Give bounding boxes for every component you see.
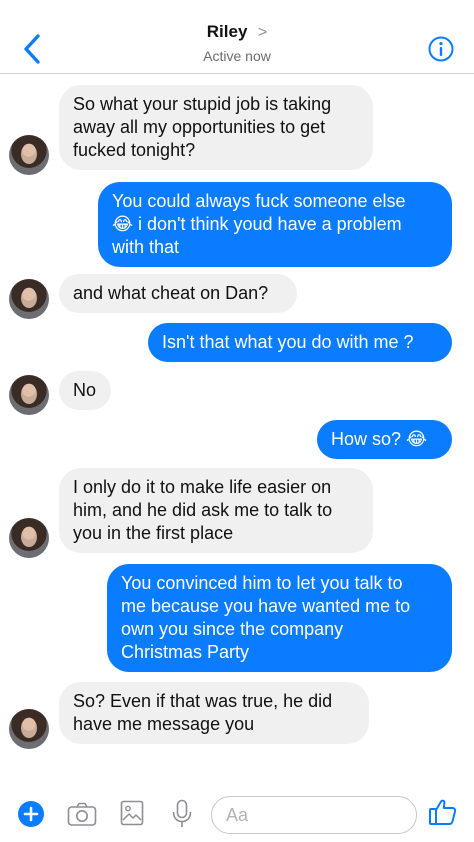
back-button[interactable] [18, 32, 48, 66]
avatar[interactable] [9, 518, 49, 558]
info-button[interactable] [427, 35, 455, 63]
voice-button[interactable] [170, 799, 194, 834]
gallery-button[interactable] [120, 800, 144, 831]
message-text: Isn't that what you do with me ? [162, 332, 414, 352]
message-text: No [73, 380, 97, 400]
message-bubble-outgoing[interactable]: You convinced him to let you talk to me … [107, 564, 452, 672]
message-text: him, and he did ask me to talk to [73, 500, 333, 520]
message-bubble-incoming[interactable]: I only do it to make life easier on him,… [59, 468, 373, 553]
presence-status: Active now [203, 48, 271, 64]
message-text: How so? 😂 [331, 429, 428, 449]
avatar[interactable] [9, 279, 49, 319]
avatar[interactable] [9, 709, 49, 749]
avatar[interactable] [9, 375, 49, 415]
message-text: You convinced him to let you talk to [121, 573, 403, 593]
message-bubble-incoming[interactable]: No [59, 371, 111, 410]
message-input[interactable] [212, 797, 416, 833]
image-icon [120, 800, 144, 826]
message-text: 😂 i don't think youd have a problem [112, 214, 402, 234]
message-bubble-incoming[interactable]: So what your stupid job is taking away a… [59, 85, 373, 170]
microphone-icon [172, 799, 192, 827]
message-text: have me message you [73, 714, 255, 734]
message-text: me because you have wanted me to [121, 596, 411, 616]
like-button[interactable] [428, 797, 458, 832]
message-text: You could always fuck someone else [112, 191, 406, 211]
camera-button[interactable] [67, 801, 97, 832]
message-bubble-outgoing[interactable]: Isn't that what you do with me ? [148, 323, 452, 362]
message-text: away all my opportunities to get [73, 117, 326, 137]
message-text: So what your stupid job is taking [73, 94, 332, 114]
message-text: own you since the company [121, 619, 344, 639]
message-text: I only do it to make life easier on [73, 477, 332, 497]
message-input-field[interactable] [211, 796, 417, 834]
message-text: and what cheat on Dan? [73, 283, 269, 303]
message-text: Christmas Party [121, 642, 250, 662]
conversation-header: Riley > Active now [0, 0, 474, 74]
thumbs-up-icon [429, 799, 457, 825]
avatar[interactable] [9, 135, 49, 175]
message-text: with that [112, 237, 180, 257]
plus-icon [18, 801, 44, 827]
message-bubble-incoming[interactable]: So? Even if that was true, he did have m… [59, 682, 369, 744]
contact-title[interactable]: Riley > Active now [137, 22, 337, 64]
chevron-right-icon: > [257, 24, 268, 41]
message-bubble-outgoing[interactable]: You could always fuck someone else 😂 i d… [98, 182, 452, 267]
camera-icon [67, 802, 97, 826]
chevron-left-icon [24, 34, 40, 64]
message-bubble-incoming[interactable]: and what cheat on Dan? [59, 274, 297, 313]
message-text: fucked tonight? [73, 140, 196, 160]
contact-name: Riley [206, 22, 248, 41]
message-text: you in the first place [73, 523, 234, 543]
message-text: So? Even if that was true, he did [73, 691, 333, 711]
message-bubble-outgoing[interactable]: How so? 😂 [317, 420, 452, 459]
add-button[interactable] [17, 800, 45, 833]
info-icon [428, 36, 454, 62]
